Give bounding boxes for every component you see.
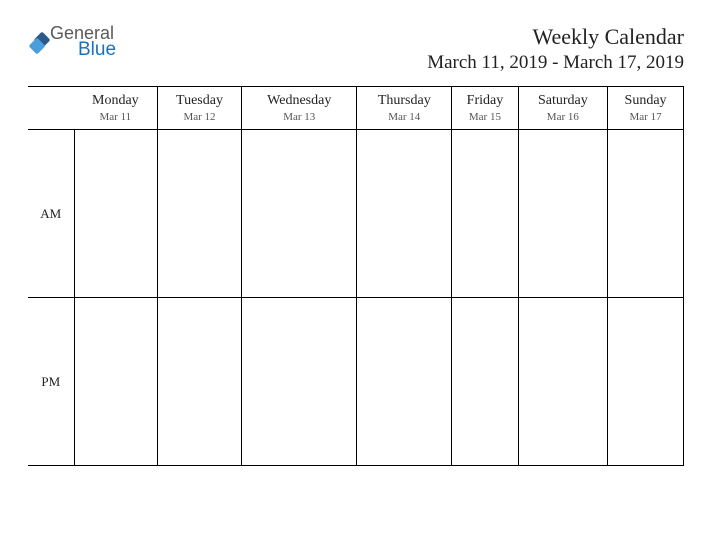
day-name: Tuesday (158, 93, 242, 109)
calendar-table: Monday Mar 11 Tuesday Mar 12 Wednesday M… (28, 86, 684, 466)
date-range: March 11, 2019 - March 17, 2019 (427, 52, 684, 74)
calendar-cell (608, 298, 684, 466)
calendar-cell (74, 130, 157, 298)
logo-text: General Blue (50, 24, 116, 59)
day-header: Friday Mar 15 (452, 87, 518, 130)
day-date: Mar 14 (357, 111, 451, 123)
calendar-cell (518, 130, 608, 298)
calendar-cell (452, 130, 518, 298)
day-name: Monday (74, 93, 157, 109)
day-date: Mar 17 (608, 111, 683, 123)
calendar-cell (357, 298, 452, 466)
calendar-cell (157, 298, 242, 466)
day-header: Wednesday Mar 13 (242, 87, 357, 130)
calendar-row-pm: PM (28, 298, 684, 466)
logo: General Blue (28, 24, 116, 59)
calendar-cell (518, 298, 608, 466)
day-date: Mar 12 (158, 111, 242, 123)
row-label-pm: PM (28, 298, 74, 466)
calendar-cell (74, 298, 157, 466)
logo-icon (28, 32, 50, 54)
day-name: Wednesday (242, 93, 356, 109)
day-header: Monday Mar 11 (74, 87, 157, 130)
calendar-cell (608, 130, 684, 298)
calendar-cell (242, 298, 357, 466)
row-label-head (28, 87, 74, 130)
day-header: Thursday Mar 14 (357, 87, 452, 130)
row-label-am: AM (28, 130, 74, 298)
header: General Blue Weekly Calendar March 11, 2… (28, 24, 684, 74)
calendar-cell (157, 130, 242, 298)
calendar-cell (452, 298, 518, 466)
calendar-header-row: Monday Mar 11 Tuesday Mar 12 Wednesday M… (28, 87, 684, 130)
day-name: Saturday (519, 93, 608, 109)
day-date: Mar 16 (519, 111, 608, 123)
day-name: Friday (452, 93, 517, 109)
day-date: Mar 15 (452, 111, 517, 123)
logo-blue: Blue (78, 40, 116, 59)
calendar-cell (242, 130, 357, 298)
calendar-row-am: AM (28, 130, 684, 298)
day-date: Mar 13 (242, 111, 356, 123)
day-header: Saturday Mar 16 (518, 87, 608, 130)
day-header: Sunday Mar 17 (608, 87, 684, 130)
page-title: Weekly Calendar (427, 24, 684, 50)
day-header: Tuesday Mar 12 (157, 87, 242, 130)
day-name: Sunday (608, 93, 683, 109)
calendar-cell (357, 130, 452, 298)
day-name: Thursday (357, 93, 451, 109)
day-date: Mar 11 (74, 111, 157, 123)
title-block: Weekly Calendar March 11, 2019 - March 1… (427, 24, 684, 74)
